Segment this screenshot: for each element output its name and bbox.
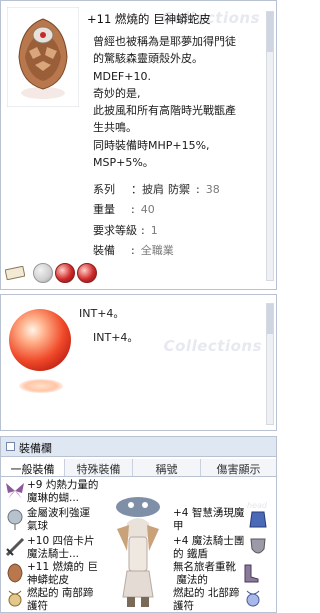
description-line: 奇妙的是, — [93, 86, 141, 100]
description-line: 的驚駭森靈頭殼外皮。 — [93, 52, 203, 66]
watermark: Collections — [163, 337, 262, 355]
stat-value: 38 — [205, 183, 220, 196]
equip-slot-name: +9 灼熱力量的 魔琳的蝴... — [27, 479, 99, 504]
stat-label: 裝備 — [93, 243, 115, 257]
equip-slot-name: +11 燃燒的 巨 神蟒蛇皮 — [27, 561, 98, 586]
tab-special[interactable]: 特殊裝備 — [65, 459, 133, 476]
scrollbar-thumb[interactable] — [267, 12, 273, 52]
equip-slot-name: +4 魔法騎士團 的 鐵盾 — [173, 535, 245, 560]
description-line: 同時裝備時MHP+15%, — [93, 138, 210, 152]
equipment-tabs: 一般裝備 特殊裝備 稱號 傷害顯示 — [1, 459, 276, 477]
equip-slot-shoes[interactable]: 無名旅者重靴 魔法的 — [173, 561, 262, 586]
equip-slot-name: 金屬波利強運 氣球 — [27, 507, 90, 532]
description-line: MSP+5%。 — [93, 156, 154, 170]
equip-slot-garment[interactable]: +11 燃燒的 巨 神蟒蛇皮 — [3, 561, 98, 586]
butterfly-wing-icon — [6, 483, 24, 499]
stat-value: 1 — [150, 223, 158, 237]
stat-value: 40 — [140, 203, 155, 217]
stat-row-equip: 裝備 : 全職業 — [93, 241, 263, 261]
stat-separator: : — [131, 203, 135, 217]
description-line: 生共鳴。 — [93, 121, 137, 135]
card-effect: INT+4。 — [93, 331, 139, 344]
scrollbar[interactable] — [266, 11, 274, 281]
boots-icon — [244, 564, 259, 583]
card-slot-orb[interactable] — [77, 263, 97, 283]
description-line: 曾經也被稱為是耶夢加得門徒 — [93, 35, 236, 48]
item-image — [7, 7, 79, 107]
window-icon — [6, 442, 15, 451]
window-titlebar[interactable]: 裝備欄 — [1, 437, 276, 457]
item-info-window: Collections +11 燃燒的 巨神蟒蛇皮 曾經也被稱為是耶夢加得門徒 … — [0, 0, 277, 290]
stat-separator: : — [196, 183, 200, 196]
equip-slot-name: 燃起的 北部蹄 護符 — [173, 587, 240, 612]
stat-label: 重量 — [93, 203, 115, 217]
stat-value: 全職業 — [140, 243, 174, 257]
equip-slot-name: +4 智慧湧現魔 甲 — [173, 507, 245, 532]
empty-slot-orb[interactable] — [33, 263, 53, 283]
equip-slot-accessory-right[interactable]: 燃起的 北部蹄 護符 — [173, 587, 265, 612]
stat-separator: : — [131, 243, 135, 257]
character-sprite — [116, 497, 160, 607]
equip-slot-shield[interactable]: +4 魔法騎士團 的 鐵盾 — [173, 535, 270, 560]
card-title: INT+4。 — [79, 307, 125, 320]
stat-label: 要求等級 — [93, 223, 137, 237]
snakeskin-icon — [7, 563, 23, 583]
armor-icon — [249, 511, 267, 528]
equip-slot-weapon[interactable]: +10 四倍卡片 魔法騎士... — [3, 535, 95, 560]
equipment-window: 裝備欄 一般裝備 特殊裝備 稱號 傷害顯示 head +9 灼熱力量的 魔琳的蝴… — [0, 436, 277, 613]
description-line: 此披風和所有高階時光戰甑產 — [93, 104, 236, 118]
balloon-icon — [7, 509, 23, 530]
equip-slot-accessory-left[interactable]: 燃起的 南部蹄 護符 — [3, 587, 93, 612]
tab-general[interactable]: 一般裝備 — [1, 459, 65, 476]
stat-row-weight: 重量 : 40 — [93, 200, 263, 220]
stat-separator: ： — [131, 183, 142, 196]
equip-slot-head-mid[interactable]: 金屬波利強運 氣球 — [3, 507, 90, 532]
card-orb-image — [9, 309, 71, 371]
window-title: 裝備欄 — [19, 442, 52, 455]
item-title: +11 燃燒的 巨神蟒蛇皮 — [87, 12, 211, 26]
card-slots — [1, 263, 97, 283]
card-orb-glow — [19, 379, 63, 393]
stat-row-level: 要求等級 : 1 — [93, 221, 263, 241]
item-description: 曾經也被稱為是耶夢加得門徒 的驚駭森靈頭殼外皮。 MDEF+10. 奇妙的是, … — [93, 33, 263, 171]
item-stats: 系列 ： 披肩 防禦 : 38 重量 : 40 要求等級 : 1 裝備 : 全職… — [93, 180, 263, 261]
stat-value: 披肩 — [142, 183, 164, 196]
tab-title[interactable]: 稱號 — [133, 459, 201, 476]
stat-label: 系列 — [93, 183, 115, 196]
stat-row-type: 系列 ： 披肩 防禦 : 38 — [93, 180, 263, 200]
card-slot-icon[interactable] — [5, 266, 25, 280]
shield-icon — [250, 538, 266, 554]
equip-slot-head-top[interactable]: +9 灼熱力量的 魔琳的蝴... — [3, 479, 98, 504]
amulet-icon — [246, 590, 260, 607]
card-info-window: Collections INT+4。 INT+4。 — [0, 294, 277, 431]
scrollbar-thumb[interactable] — [267, 304, 273, 334]
equipment-panel: head +9 灼熱力量的 魔琳的蝴... 金屬波利強運 氣球 +10 四倍卡片… — [1, 477, 276, 612]
stat-label: 防禦 — [168, 183, 190, 196]
amulet-icon — [8, 590, 22, 607]
tab-damage[interactable]: 傷害顯示 — [201, 459, 276, 476]
equip-slot-name: 燃起的 南部蹄 護符 — [27, 587, 94, 612]
sword-icon — [5, 537, 25, 557]
stat-separator: : — [141, 223, 145, 237]
equip-slot-name: +10 四倍卡片 魔法騎士... — [27, 535, 95, 560]
description-line: MDEF+10. — [93, 69, 151, 83]
card-slot-orb[interactable] — [55, 263, 75, 283]
equip-slot-armor[interactable]: +4 智慧湧現魔 甲 — [173, 507, 270, 532]
equip-slot-name: 無名旅者重靴 魔法的 — [173, 561, 236, 586]
scrollbar[interactable] — [266, 303, 274, 425]
